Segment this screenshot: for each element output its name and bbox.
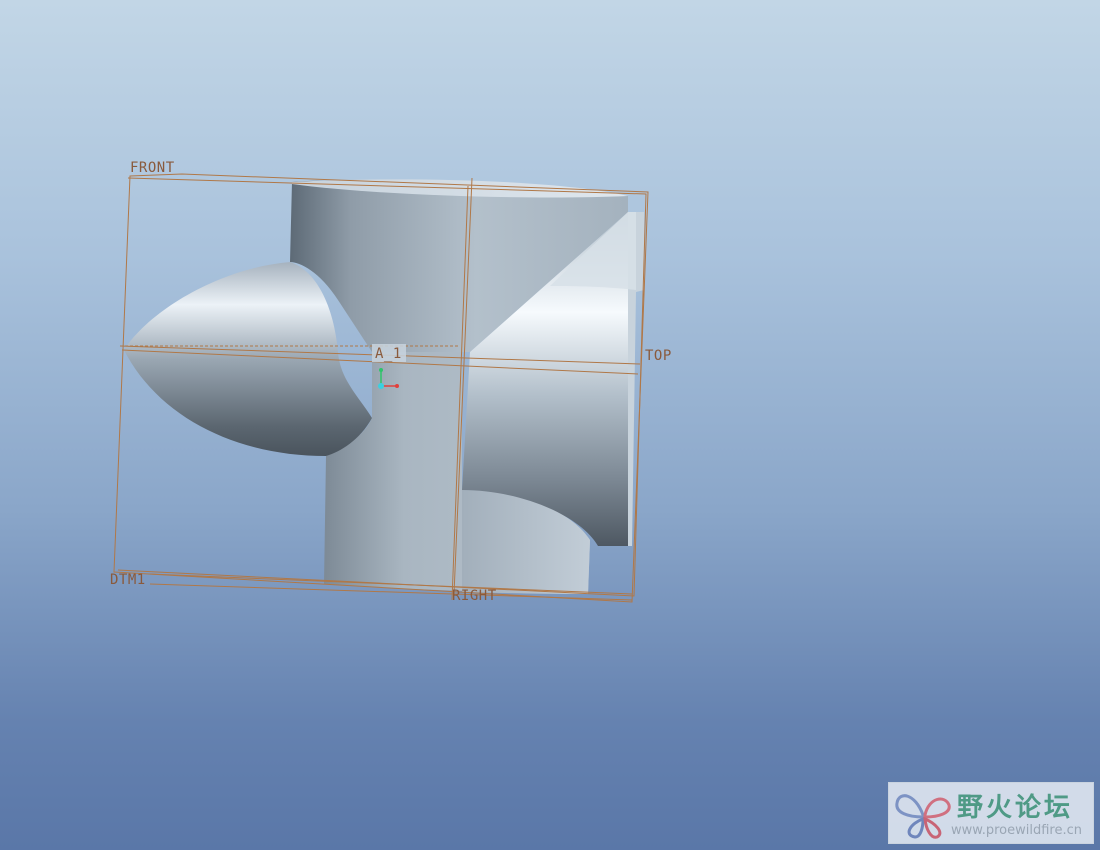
model-viewport[interactable]: FRONT TOP RIGHT DTM1 A_1 [0,0,1100,850]
forum-watermark: 野火论坛 www.proewildfire.cn [888,782,1094,844]
model-scene[interactable]: FRONT TOP RIGHT DTM1 A_1 [0,0,1100,850]
watermark-url: www.proewildfire.cn [951,823,1082,838]
watermark-title: 野火论坛 [957,793,1074,823]
datum-label-front[interactable]: FRONT [130,160,175,176]
datum-label-dtm1[interactable]: DTM1 [110,572,146,588]
datum-label-axis[interactable]: A_1 [375,346,402,362]
datum-label-top[interactable]: TOP [645,348,672,364]
datum-label-right[interactable]: RIGHT [452,588,497,604]
butterfly-icon [895,794,951,839]
